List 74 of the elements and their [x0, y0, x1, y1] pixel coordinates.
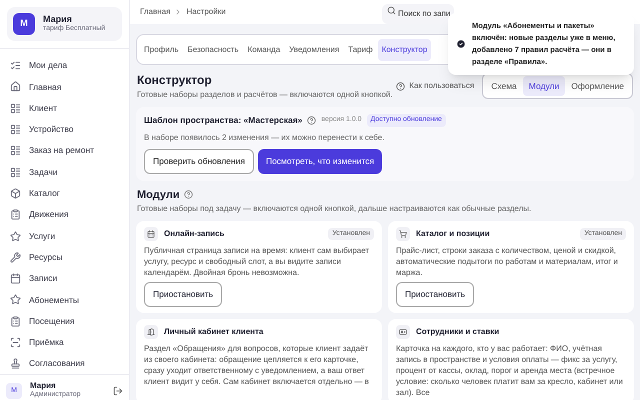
tab[interactable]: Команда	[244, 38, 284, 60]
checklist-icon	[10, 60, 21, 72]
check-button[interactable]: Проверить обновления	[144, 148, 254, 174]
nav-item[interactable]: Приёмка	[6, 332, 123, 354]
section-subtitle: Готовые наборы под задачу — включаются одной кнопкой, дальше настраиваются как обычные разделы.	[137, 203, 532, 215]
tab[interactable]: Тариф	[344, 38, 377, 60]
nav-item[interactable]: Согласования	[6, 353, 123, 374]
tab[interactable]: Конструктор	[378, 38, 432, 60]
tab[interactable]: Безопасность	[184, 38, 243, 60]
account-avatar: М	[13, 13, 35, 35]
page-title: Конструктор	[137, 72, 213, 89]
id-card-icon	[399, 328, 407, 336]
breadcrumb: Настройки	[186, 6, 226, 18]
door-icon	[147, 328, 155, 336]
help-icon	[396, 82, 406, 90]
tab[interactable]: Уведомления	[285, 38, 344, 60]
box-icon	[10, 188, 21, 199]
nav-item[interactable]: Абонементы	[6, 289, 123, 311]
preview-button[interactable]: Посмотреть, что изменится	[258, 148, 382, 174]
nav-item[interactable]: Задачи	[6, 161, 123, 183]
module-title: Каталог и позиции	[416, 228, 491, 240]
nav-item[interactable]: Мои дела	[6, 55, 123, 76]
pause-button[interactable]: Приостановить	[144, 282, 222, 307]
nav-item[interactable]: Услуги	[6, 225, 123, 247]
help-icon[interactable]	[307, 116, 316, 125]
list-icon	[10, 166, 21, 178]
star-icon	[10, 230, 21, 242]
nav-item[interactable]: Заказ на ремонт	[6, 140, 123, 162]
cart-icon	[399, 230, 407, 238]
home-icon	[10, 81, 21, 92]
nav-item[interactable]: Ресурсы	[6, 246, 123, 268]
account-name: Мария	[43, 14, 73, 24]
nav-item[interactable]: Устройство	[6, 118, 123, 140]
nav-item[interactable]: Каталог	[6, 182, 123, 204]
section-title: Модули	[137, 188, 180, 202]
nav-item[interactable]: Движения	[6, 204, 123, 226]
clipboard-icon	[10, 209, 21, 220]
page-subtitle: Готовые наборы разделов и расчётов — включаются одной кнопкой.	[137, 89, 393, 101]
list-icon	[10, 145, 21, 156]
nav-item[interactable]: Посещения	[6, 310, 123, 332]
clipboard-icon	[10, 316, 21, 327]
logout-icon[interactable]	[113, 386, 123, 396]
nav-item[interactable]: Главная	[6, 76, 123, 98]
module-description: Публичная страница записи на время: клиент сам выбирает услугу, ресурс и свободный слот, а вы видите записи календарём. Двойная бронь невозможна.	[144, 245, 370, 278]
module-description: Карточка на каждого, кто у вас работает: ФИО, учётная запись в пространстве и условия оплаты — фикс за услугу, процент от кассы, оклад, порог и аренда места (встречное условие: сколько человек платит вам за кресло, кабинет или зал). Все	[396, 342, 624, 398]
wrench-icon	[10, 252, 21, 263]
nav-item[interactable]: Записи	[6, 268, 123, 290]
view-tab[interactable]: Схема	[485, 76, 523, 96]
help-link[interactable]: Как пользоваться	[396, 80, 474, 92]
tab[interactable]: Профиль	[140, 38, 183, 60]
nav-item[interactable]: Клиент	[6, 98, 123, 119]
module-title: Сотрудники и ставки	[416, 326, 500, 338]
view-tab[interactable]: Модули	[522, 76, 566, 96]
module-description: Раздел «Обращения» для вопросов, которые клиент задаёт из своего кабинета: обращение цепляется к его карточке, сразу уходит ответственному с уведомлением, а ваш ответ клиент видит у себя. Сам кабинет включается отдельно — в	[144, 342, 370, 387]
list-icon	[10, 102, 21, 114]
template-title: Шаблон пространства: «Мастерская»	[144, 114, 302, 127]
scan-icon	[10, 337, 21, 348]
search-icon	[387, 6, 396, 14]
pause-button[interactable]: Приостановить	[396, 282, 474, 307]
stamp-icon	[10, 358, 21, 370]
help-icon[interactable]	[184, 190, 193, 200]
module-title: Личный кабинет клиента	[164, 326, 264, 338]
module-title: Онлайн-запись	[164, 228, 226, 240]
star-icon	[10, 294, 21, 306]
user-name: Мария	[30, 381, 56, 392]
calendar-icon	[10, 273, 21, 284]
calendar-icon	[147, 230, 155, 238]
template-text: В наборе появилось 2 изменения — их можно перенести к себе.	[144, 132, 386, 144]
list-icon	[10, 124, 21, 136]
view-tab[interactable]: Оформление	[565, 76, 630, 96]
breadcrumb[interactable]: Главная	[140, 6, 170, 18]
check-icon	[456, 39, 466, 49]
module-description: Прайс-лист, строки заказа с количеством, ценой и скидкой, автоматические подытоги по работам и материалам, итог и маржа.	[396, 245, 619, 278]
search-field[interactable]: Поиск по запи	[382, 4, 454, 24]
